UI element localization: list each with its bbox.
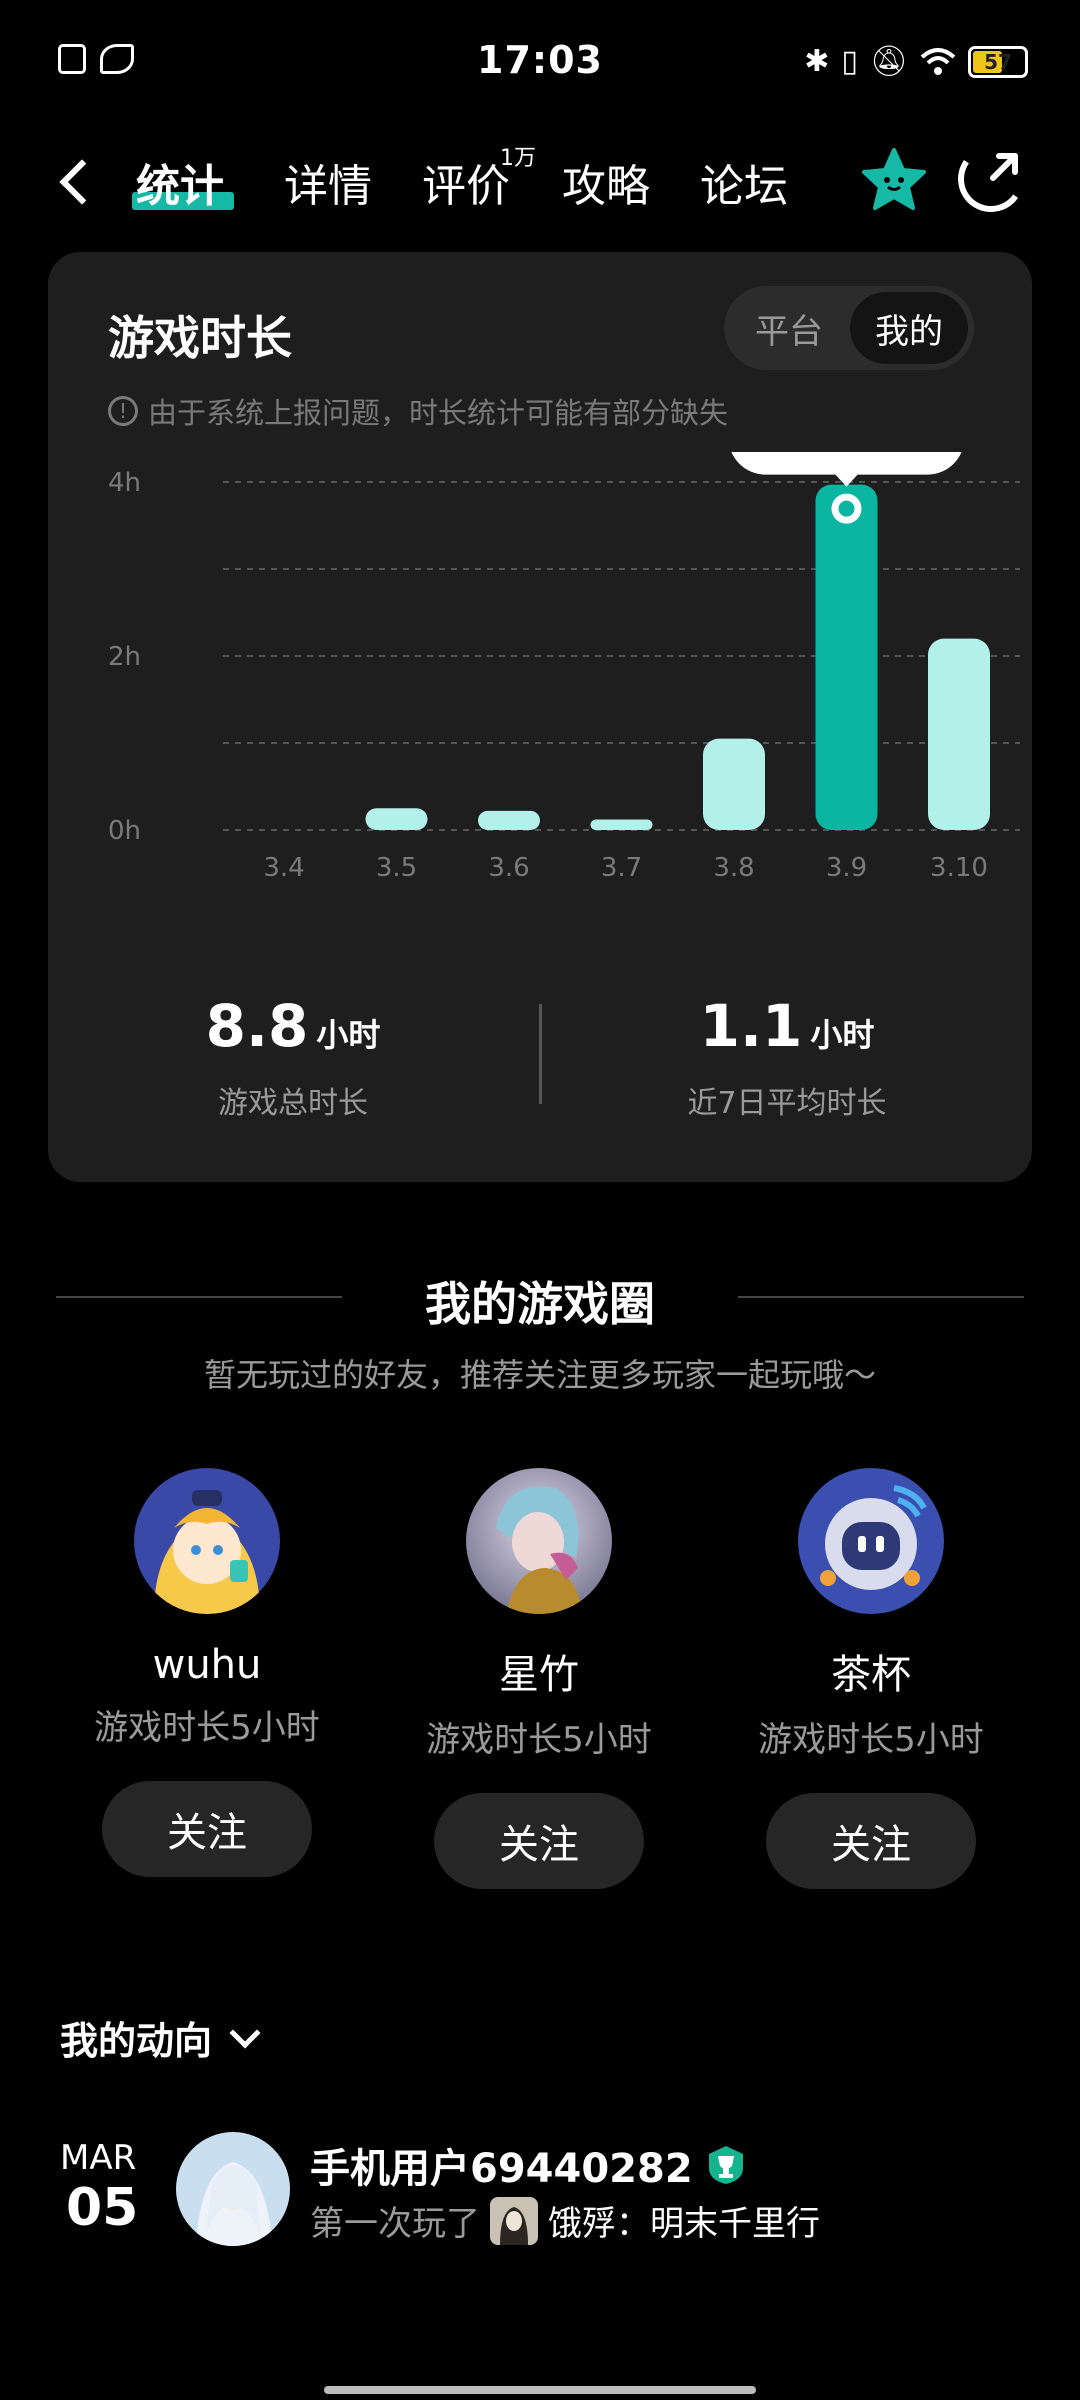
bar — [815, 484, 878, 830]
mute-icon: 🔕︎ — [869, 44, 908, 79]
total-playtime-unit: 小时 — [316, 1016, 381, 1054]
trophy-badge-icon — [708, 2146, 743, 2184]
game-circle-title: 我的游戏圈 — [425, 1277, 655, 1331]
back-button[interactable] — [52, 152, 102, 208]
x-tick-label: 3.7 — [601, 853, 642, 883]
toggle-mine[interactable]: 我的 — [850, 292, 968, 364]
total-playtime: 8.8 小时 游戏总时长 — [48, 992, 538, 1122]
playtime-bar-chart: 0h 2h 4h 3.4 3.5 3.6 3.7 3.8 3.9 3.10 3小时58分钟 — [108, 452, 1020, 883]
x-tick-label: 3.4 — [263, 853, 304, 883]
avatar[interactable] — [798, 1468, 944, 1614]
friend-card: 星竹 游戏时长5小时 关注 — [414, 1468, 664, 1889]
review-count-badge: 1万 — [500, 146, 536, 171]
x-tick-label: 3.6 — [488, 853, 529, 883]
average-playtime-value: 1.1 — [699, 992, 803, 1060]
vibrate-icon: ▯ — [841, 44, 858, 79]
status-system-icons: ✱ ▯ 🔕︎ 57 — [804, 44, 1028, 79]
follow-button[interactable]: 关注 — [434, 1793, 644, 1889]
bar — [928, 638, 990, 830]
activity-user: 手机用户69440282 — [310, 2136, 747, 2194]
activity-dropdown[interactable]: 我的动向 — [60, 2010, 261, 2065]
game-thumbnail[interactable] — [490, 2196, 538, 2245]
chevron-down-icon — [229, 2016, 261, 2049]
friend-playtime: 游戏时长5小时 — [94, 1708, 320, 1748]
avatar[interactable] — [134, 1468, 280, 1614]
wifi-icon — [920, 47, 956, 75]
y-tick-label: 2h — [108, 642, 141, 672]
scope-toggle: 平台 我的 — [724, 286, 974, 370]
average-playtime-unit: 小时 — [810, 1016, 875, 1054]
y-tick-label: 4h — [108, 468, 141, 498]
x-tick-label: 3.8 — [713, 853, 754, 883]
friend-card: wuhu 游戏时长5小时 关注 — [82, 1468, 332, 1877]
home-indicator[interactable] — [324, 2386, 756, 2394]
tab-forum[interactable]: 论坛 — [700, 150, 788, 214]
info-icon: ! — [108, 396, 138, 426]
x-tick-label: 3.9 — [826, 853, 867, 883]
friend-name: 茶杯 — [831, 1652, 911, 1698]
highlight-marker-dot — [838, 500, 855, 517]
user-avatar[interactable] — [176, 2132, 290, 2246]
playtime-card: 游戏时长 平台 我的 ! 由于系统上报问题，时长统计可能有部分缺失 0h 2h 4h… — [48, 252, 1032, 1182]
activity-header-label: 我的动向 — [60, 2019, 213, 2063]
share-arrow-icon — [990, 153, 1018, 181]
tab-details[interactable]: 详情 — [284, 150, 372, 214]
bar — [365, 808, 428, 830]
favorite-star-icon[interactable] — [860, 146, 928, 214]
y-tick-label: 0h — [108, 816, 141, 846]
bar — [703, 738, 765, 830]
total-playtime-value: 8.8 — [205, 992, 309, 1060]
battery-level: 57 — [984, 49, 1012, 74]
battery-icon: 57 — [968, 45, 1028, 78]
friend-name: wuhu — [152, 1642, 262, 1688]
toggle-platform[interactable]: 平台 — [730, 292, 848, 364]
status-bar: 17:03 ✱ ▯ 🔕︎ 57 — [0, 0, 1080, 124]
friend-name: 星竹 — [499, 1652, 579, 1698]
average-playtime-label: 近7日平均时长 — [687, 1086, 887, 1121]
activity-month: MAR — [60, 2138, 137, 2178]
bar — [478, 810, 540, 830]
average-playtime: 1.1 小时 近7日平均时长 — [542, 992, 1032, 1122]
avatar[interactable] — [466, 1468, 612, 1614]
game-circle-subtitle: 暂无玩过的好友，推荐关注更多玩家一起玩哦～ — [203, 1356, 876, 1394]
tab-guides[interactable]: 攻略 — [562, 150, 650, 214]
activity-game-name[interactable]: 饿殍：明末千里行 — [548, 2196, 820, 2245]
follow-button[interactable]: 关注 — [766, 1793, 976, 1889]
x-tick-label: 3.5 — [376, 853, 417, 883]
bluetooth-icon: ✱ — [804, 44, 830, 79]
activity-action: 第一次玩了 — [310, 2204, 480, 2244]
activity-description: 第一次玩了 饿殍：明末千里行 — [310, 2196, 820, 2245]
tab-stats[interactable]: 统计 — [136, 150, 224, 214]
friend-playtime: 游戏时长5小时 — [426, 1720, 652, 1760]
tooltip-text: 3小时58分钟 — [755, 452, 938, 457]
bar — [590, 819, 653, 830]
card-title: 游戏时长 — [108, 311, 292, 365]
total-playtime-label: 游戏总时长 — [218, 1086, 368, 1121]
playtime-stats: 8.8 小时 游戏总时长 1.1 小时 近7日平均时长 — [48, 992, 1032, 1142]
activity-day: 05 — [66, 2178, 139, 2238]
x-tick-label: 3.10 — [930, 853, 988, 883]
friend-playtime: 游戏时长5小时 — [758, 1720, 984, 1760]
follow-button[interactable]: 关注 — [102, 1781, 312, 1877]
tab-reviews[interactable]: 评价 — [422, 150, 510, 214]
top-nav: 统计 详情 评价 1万 攻略 论坛 — [0, 130, 1080, 234]
notice-text: 由于系统上报问题，时长统计可能有部分缺失 — [148, 396, 729, 430]
activity-username[interactable]: 手机用户69440282 — [310, 2136, 693, 2194]
data-notice: ! 由于系统上报问题，时长统计可能有部分缺失 — [108, 390, 728, 432]
section-divider-right — [738, 1296, 1024, 1298]
friend-card: 茶杯 游戏时长5小时 关注 — [746, 1468, 996, 1889]
